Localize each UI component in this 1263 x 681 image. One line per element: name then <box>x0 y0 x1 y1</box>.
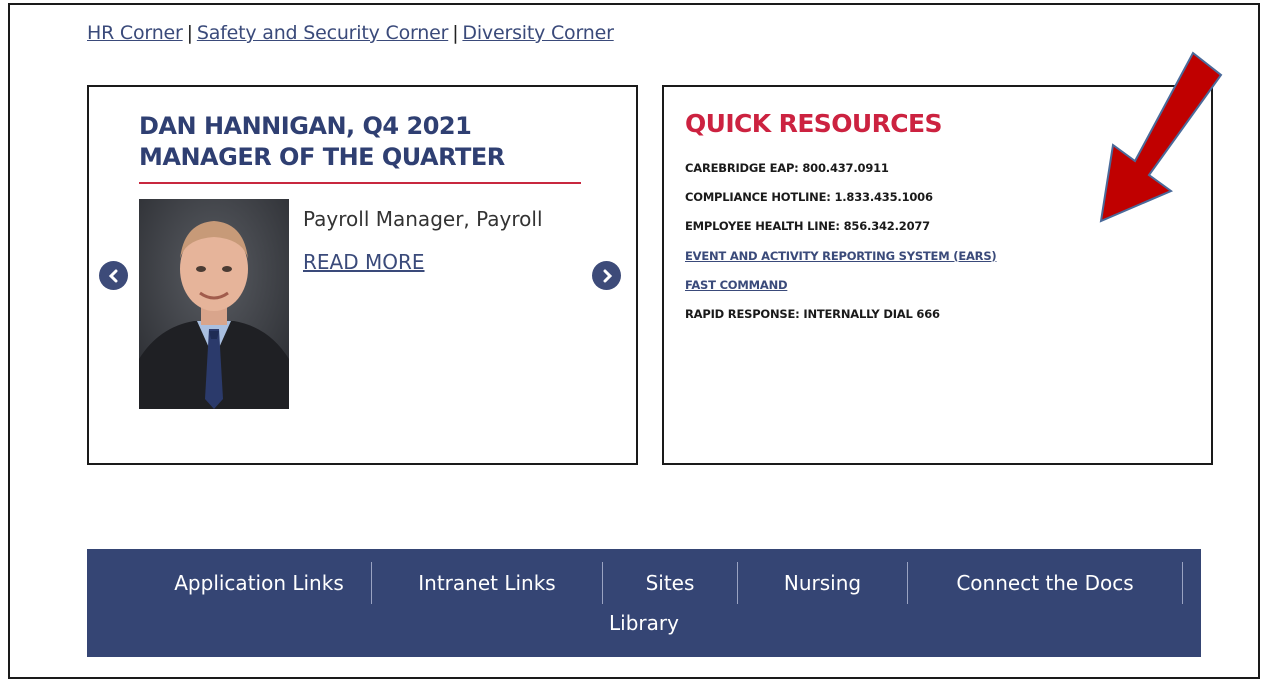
nav-application-links[interactable]: Application Links <box>147 571 371 595</box>
nav-library[interactable]: Library <box>609 611 679 635</box>
nav-connect-the-docs[interactable]: Connect the Docs <box>908 571 1182 595</box>
manager-photo <box>139 199 289 409</box>
annotation-arrow-icon <box>1099 51 1223 223</box>
link-separator: | <box>186 22 193 44</box>
manager-card-title: DAN HANNIGAN, Q4 2021 MANAGER OF THE QUA… <box>139 112 505 171</box>
chevron-left-icon <box>108 269 117 282</box>
resource-compliance-hotline: COMPLIANCE HOTLINE: 1.833.435.1006 <box>685 190 933 205</box>
nav-divider <box>1182 562 1183 604</box>
nav-nursing[interactable]: Nursing <box>738 571 907 595</box>
link-separator: | <box>452 22 459 44</box>
manager-of-quarter-card: DAN HANNIGAN, Q4 2021 MANAGER OF THE QUA… <box>87 85 638 465</box>
corner-links: HR Corner | Safety and Security Corner | Div… <box>87 22 614 44</box>
nav-intranet-links[interactable]: Intranet Links <box>372 571 602 595</box>
nav-row: Application Links Intranet Links Sites N… <box>87 561 1201 605</box>
nav-sites[interactable]: Sites <box>603 571 737 595</box>
manager-role: Payroll Manager, Payroll <box>303 207 543 231</box>
diversity-corner-link[interactable]: Diversity Corner <box>462 22 613 44</box>
resource-carebridge-eap: CAREBRIDGE EAP: 800.437.0911 <box>685 161 889 175</box>
resource-ears-link[interactable]: EVENT AND ACTIVITY REPORTING SYSTEM (EAR… <box>685 249 997 278</box>
bottom-navigation: Application Links Intranet Links Sites N… <box>87 549 1201 657</box>
quick-resources-title: QUICK RESOURCES <box>685 109 942 138</box>
read-more-link[interactable]: READ MORE <box>303 250 425 274</box>
resource-employee-health-line: EMPLOYEE HEALTH LINE: 856.342.2077 <box>685 219 930 234</box>
safety-security-corner-link[interactable]: Safety and Security Corner <box>197 22 449 44</box>
manager-photo-image <box>139 199 289 409</box>
carousel-prev-button[interactable] <box>99 261 128 290</box>
carousel-next-button[interactable] <box>592 261 621 290</box>
resource-rapid-response: RAPID RESPONSE: INTERNALLY DIAL 666 <box>685 306 940 321</box>
title-divider <box>139 182 581 184</box>
nav-row-second: Library <box>87 611 1201 635</box>
hr-corner-link[interactable]: HR Corner <box>87 22 183 44</box>
quick-resources-list: CAREBRIDGE EAP: 800.437.0911 COMPLIANCE … <box>685 161 997 336</box>
chevron-right-icon <box>603 269 612 282</box>
resource-fast-command-link[interactable]: FAST COMMAND <box>685 278 996 307</box>
